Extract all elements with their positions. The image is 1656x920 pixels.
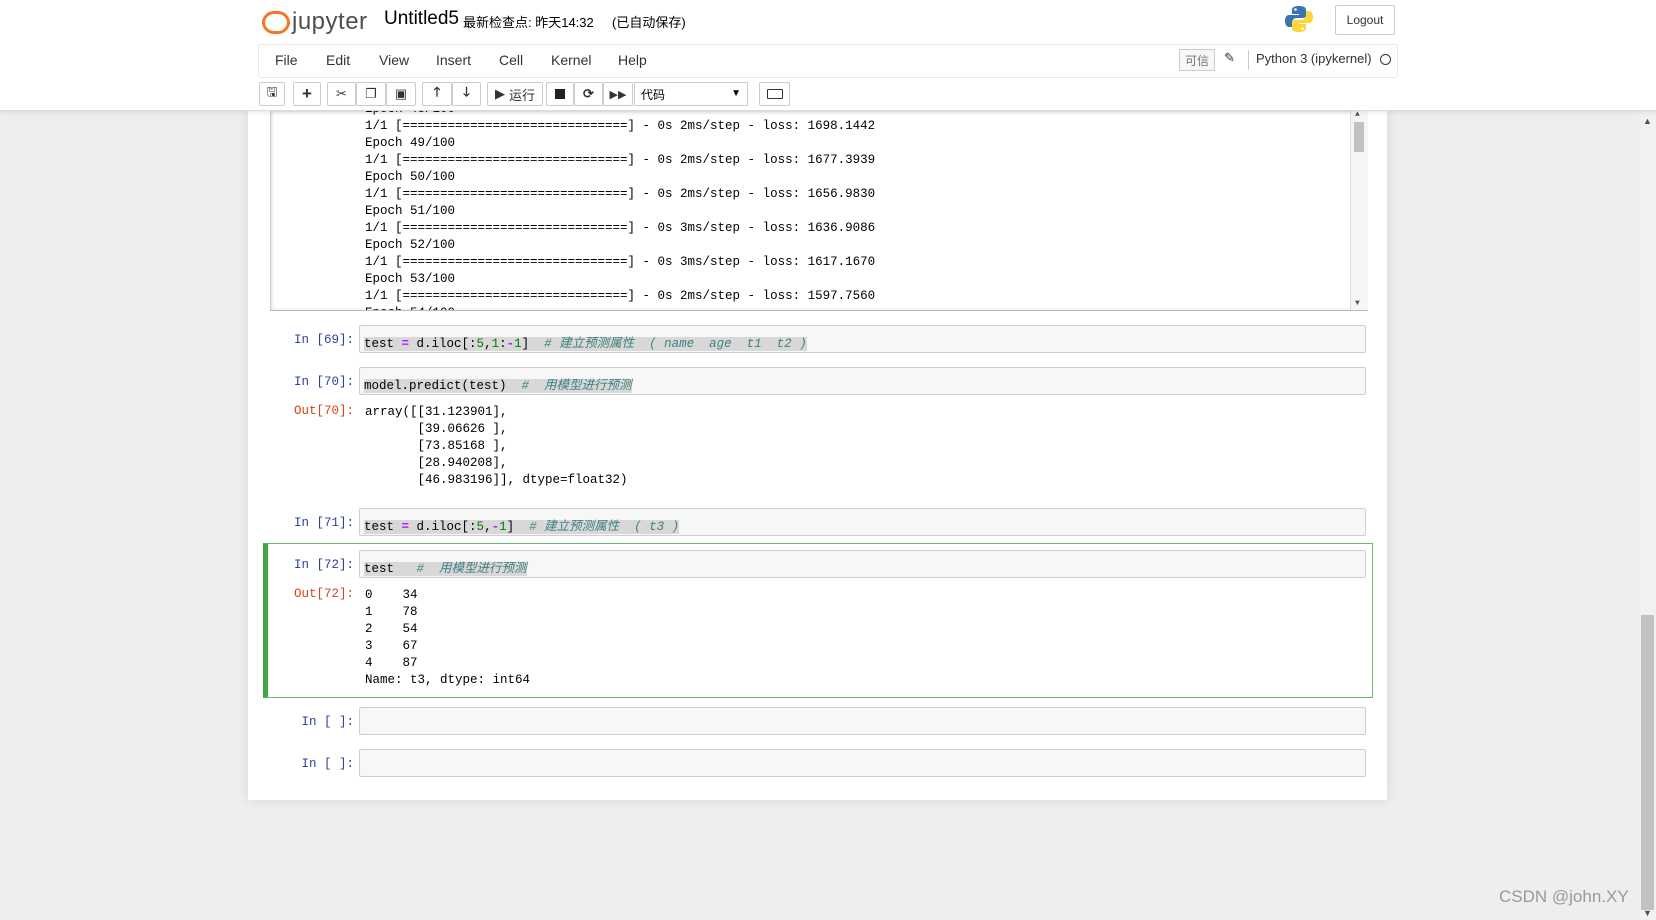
cell-71-prompt: In [71]: bbox=[293, 516, 354, 530]
autosave-status: (已自动保存) bbox=[612, 15, 686, 30]
arrow-up-icon: 🡑 bbox=[433, 84, 441, 99]
training-output-line: 1/1 [==============================] - 0… bbox=[365, 221, 876, 235]
arrow-down-icon: 🡓 bbox=[463, 84, 470, 99]
save-button[interactable]: 🖫 bbox=[259, 82, 285, 106]
cell-type-select[interactable]: 代码 ▼ bbox=[634, 82, 748, 106]
training-output-line: Epoch 54/100 bbox=[365, 306, 455, 310]
kernel-name[interactable]: Python 3 (ipykernel) bbox=[1256, 51, 1372, 66]
output-line: 3 67 bbox=[365, 639, 418, 653]
cell-69-input[interactable]: test = d.iloc[:5,1:-1] # 建立预测属性 ( name a… bbox=[359, 325, 1366, 353]
checkpoint-status: 最新检查点: 昨天14:32 bbox=[463, 15, 594, 30]
plus-icon: + bbox=[302, 84, 312, 103]
training-output-line: Epoch 53/100 bbox=[365, 272, 456, 286]
chevron-down-icon: ▼ bbox=[731, 88, 741, 99]
cell-71-input[interactable]: test = d.iloc[:5,-1] # 建立预测属性 ( t3 ) bbox=[359, 508, 1366, 536]
keyboard-icon bbox=[766, 89, 783, 99]
logo-text: jupyter bbox=[292, 8, 368, 35]
training-output-line: 1/1 [==============================] - 0… bbox=[365, 187, 876, 201]
menu-view[interactable]: View bbox=[379, 52, 409, 68]
training-output-line: Epoch 52/100 bbox=[365, 238, 456, 252]
training-output-line: 1/1 [==============================] - 0… bbox=[365, 255, 876, 269]
menu-file[interactable]: File bbox=[275, 52, 298, 68]
output-scrollbar[interactable]: ▲ ▼ bbox=[1350, 110, 1368, 310]
command-palette-button[interactable] bbox=[759, 82, 790, 106]
empty-cell-1-prompt: In [ ]: bbox=[301, 715, 354, 729]
run-button[interactable]: ▶ 运行 bbox=[487, 82, 543, 106]
training-output-line: Epoch 51/100 bbox=[365, 204, 456, 218]
menu-edit[interactable]: Edit bbox=[326, 52, 350, 68]
jupyter-logo[interactable]: jupyter bbox=[262, 6, 368, 38]
fast-forward-icon: ▶▶ bbox=[609, 88, 627, 101]
training-output-scroll[interactable]: Epoch 48/1001/1 [=======================… bbox=[270, 110, 1368, 311]
stop-icon bbox=[555, 89, 565, 99]
restart-icon: ⟳ bbox=[583, 86, 594, 101]
cell-70-prompt: In [70]: bbox=[293, 375, 354, 389]
scroll-up-arrow-icon[interactable]: ▲ bbox=[1355, 110, 1360, 119]
menu-kernel[interactable]: Kernel bbox=[551, 52, 591, 68]
copy-icon: ❐ bbox=[365, 86, 377, 101]
paste-icon: ▣ bbox=[394, 86, 408, 101]
scissors-icon: ✂ bbox=[336, 86, 347, 101]
training-output-line: 1/1 [==============================] - 0… bbox=[365, 119, 876, 133]
empty-cell-2-prompt: In [ ]: bbox=[301, 757, 354, 771]
output-scroll-thumb[interactable] bbox=[1354, 122, 1364, 152]
menu-insert[interactable]: Insert bbox=[436, 52, 471, 68]
interrupt-button[interactable] bbox=[546, 82, 574, 106]
run-label: 运行 bbox=[508, 87, 535, 103]
logout-button[interactable]: Logout bbox=[1335, 5, 1395, 35]
trusted-badge[interactable]: 可信 bbox=[1179, 49, 1215, 71]
page-scroll-down-icon[interactable]: ▼ bbox=[1643, 908, 1652, 918]
cell-type-value: 代码 bbox=[641, 87, 666, 102]
header: jupyter Untitled5 最新检查点: 昨天14:32 (已自动保存)… bbox=[0, 0, 1656, 111]
page-scroll-thumb[interactable] bbox=[1641, 615, 1654, 910]
kernel-idle-indicator-icon bbox=[1380, 54, 1391, 65]
empty-cell-2-input[interactable] bbox=[359, 749, 1366, 777]
scroll-down-arrow-icon[interactable]: ▼ bbox=[1355, 299, 1360, 308]
restart-run-all-button[interactable]: ▶▶ bbox=[603, 82, 633, 106]
output-line: 0 34 bbox=[365, 588, 418, 602]
output-line: array([[31.123901], bbox=[365, 405, 508, 419]
empty-cell-1-input[interactable] bbox=[359, 707, 1366, 735]
restart-button[interactable]: ⟳ bbox=[574, 82, 603, 106]
cell-69-prompt: In [69]: bbox=[293, 333, 354, 347]
training-output-line: Epoch 49/100 bbox=[365, 136, 456, 150]
menu-help[interactable]: Help bbox=[618, 52, 647, 68]
output-line: [39.06626 ], bbox=[365, 422, 508, 436]
menu-cell[interactable]: Cell bbox=[499, 52, 523, 68]
cell-70-out-prompt: Out[70]: bbox=[293, 404, 354, 418]
output-line: Name: t3, dtype: int64 bbox=[365, 673, 531, 687]
edit-pencil-icon[interactable]: ✎ bbox=[1224, 50, 1235, 66]
cell-70-output: array([[31.123901], [39.06626 ], [73.851… bbox=[365, 404, 628, 489]
jupyter-logo-icon bbox=[262, 8, 290, 36]
csdn-watermark: CSDN @john.XY bbox=[1499, 887, 1629, 906]
page-scrollbar[interactable]: ▲ ▼ bbox=[1639, 110, 1656, 920]
cell-72-out-prompt: Out[72]: bbox=[293, 587, 354, 601]
paste-button[interactable]: ▣ bbox=[386, 82, 416, 106]
cut-button[interactable]: ✂ bbox=[327, 82, 356, 106]
kernel-separator bbox=[1248, 50, 1249, 70]
cell-70-input[interactable]: model.predict(test) # 用模型进行预测 bbox=[359, 367, 1366, 395]
output-line: [28.940208], bbox=[365, 456, 508, 470]
insert-cell-button[interactable]: + bbox=[293, 82, 321, 106]
move-down-button[interactable]: 🡓 bbox=[452, 82, 481, 106]
output-line: [46.983196]], dtype=float32) bbox=[365, 473, 628, 487]
training-output-line: 1/1 [==============================] - 0… bbox=[365, 289, 876, 303]
cell-72-output: 0 34 1 78 2 54 3 67 4 87 Name: t3, dtype… bbox=[365, 587, 530, 689]
page-scroll-up-icon[interactable]: ▲ bbox=[1643, 116, 1652, 126]
training-output-line: Epoch 50/100 bbox=[365, 170, 456, 184]
output-line: 1 78 bbox=[365, 605, 418, 619]
output-line: 4 87 bbox=[365, 656, 418, 670]
cell-72-prompt: In [72]: bbox=[293, 558, 354, 572]
move-up-button[interactable]: 🡑 bbox=[422, 82, 452, 106]
play-icon: ▶ bbox=[494, 86, 505, 101]
copy-button[interactable]: ❐ bbox=[356, 82, 386, 106]
training-output-line: 1/1 [==============================] - 0… bbox=[365, 153, 876, 167]
output-line: [73.85168 ], bbox=[365, 439, 508, 453]
cell-72-input[interactable]: test # 用模型进行预测 bbox=[359, 550, 1366, 578]
notebook-title[interactable]: Untitled5 bbox=[384, 8, 459, 30]
output-line: 2 54 bbox=[365, 622, 418, 636]
python-logo-icon bbox=[1285, 6, 1313, 32]
save-icon: 🖫 bbox=[266, 84, 278, 99]
